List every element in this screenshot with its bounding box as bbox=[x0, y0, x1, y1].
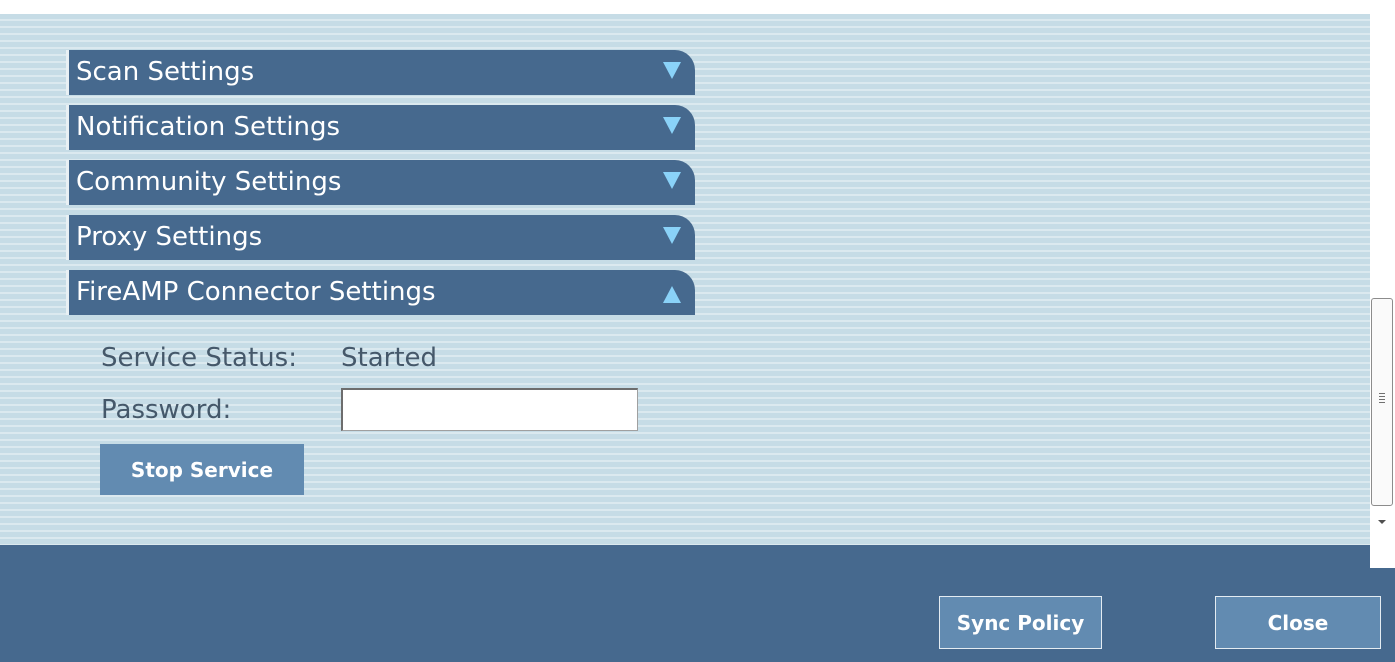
section-scan-settings[interactable]: Scan Settings bbox=[66, 50, 695, 95]
section-label: FireAMP Connector Settings bbox=[76, 277, 436, 307]
scrollbar-thumb[interactable] bbox=[1371, 298, 1393, 506]
service-status-value: Started bbox=[341, 343, 438, 373]
password-input[interactable] bbox=[341, 388, 638, 431]
section-proxy-settings[interactable]: Proxy Settings bbox=[66, 215, 695, 260]
footer-edge bbox=[0, 545, 1370, 568]
password-label: Password: bbox=[101, 395, 232, 425]
chevron-down-icon[interactable] bbox=[663, 172, 681, 189]
scroll-down-icon[interactable] bbox=[1378, 520, 1386, 524]
chevron-down-icon[interactable] bbox=[663, 117, 681, 134]
chevron-down-icon[interactable] bbox=[663, 62, 681, 79]
chevron-up-icon[interactable] bbox=[663, 286, 681, 303]
section-fireamp-connector-settings[interactable]: FireAMP Connector Settings bbox=[66, 270, 695, 315]
section-label: Proxy Settings bbox=[76, 222, 263, 252]
top-edge bbox=[0, 0, 1370, 14]
section-community-settings[interactable]: Community Settings bbox=[66, 160, 695, 205]
grip-icon bbox=[1379, 393, 1385, 405]
section-label: Community Settings bbox=[76, 167, 342, 197]
chevron-down-icon[interactable] bbox=[663, 227, 681, 244]
footer-bar bbox=[0, 568, 1395, 662]
sync-policy-button[interactable]: Sync Policy bbox=[939, 596, 1102, 649]
service-status-label: Service Status: bbox=[101, 343, 297, 373]
section-notification-settings[interactable]: Notification Settings bbox=[66, 105, 695, 150]
stop-service-button[interactable]: Stop Service bbox=[100, 444, 304, 495]
section-label: Scan Settings bbox=[76, 57, 255, 87]
section-label: Notification Settings bbox=[76, 112, 341, 142]
close-button[interactable]: Close bbox=[1215, 596, 1381, 649]
